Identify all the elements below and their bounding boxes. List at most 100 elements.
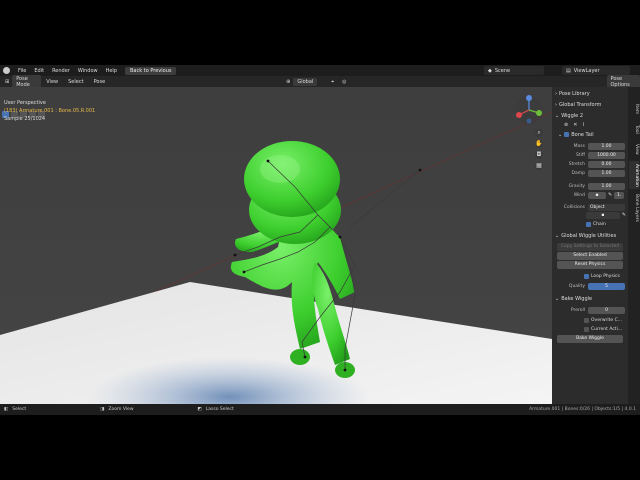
scene-statistics: Armature.001 | Bones:0/26 | Objects:1/5 … xyxy=(529,407,636,412)
viewport-scene xyxy=(0,87,552,404)
menu-pose[interactable]: Pose xyxy=(89,79,111,85)
collision-object-row: ▪ ✎ xyxy=(586,211,626,219)
prop-quality: Quality 5 xyxy=(555,282,625,290)
chevron-down-icon: ⌄ xyxy=(555,112,560,119)
prop-stretch: Stretch 0.00 xyxy=(555,160,625,168)
prop-gravity: Gravity 1.00 xyxy=(555,182,625,190)
perspective-grid-icon[interactable]: ▦ xyxy=(535,162,543,170)
menu-help[interactable]: Help xyxy=(102,68,121,74)
chevron-right-icon: › xyxy=(555,101,557,108)
chain-row: Chain xyxy=(586,220,628,228)
status-zoom: Zoom View xyxy=(108,407,134,412)
tab-item[interactable]: Item xyxy=(629,101,639,117)
scene-icon: ◆ xyxy=(488,67,492,74)
3d-viewport[interactable]: User Perspective (183) Armature.001 : Bo… xyxy=(0,87,552,404)
chevron-down-icon: ⌄ xyxy=(555,295,560,302)
tab-bone-layers[interactable]: Bone Layers xyxy=(629,193,639,223)
viewport-info: User Perspective (183) Armature.001 : Bo… xyxy=(4,99,95,123)
stiff-field[interactable]: 1000.00 xyxy=(588,151,625,159)
quality-field[interactable]: 5 xyxy=(588,282,625,290)
overwrite-row: Overwrite C... xyxy=(584,316,628,324)
damp-field[interactable]: 1.00 xyxy=(588,169,625,177)
view-layer-name: ViewLayer xyxy=(573,67,600,74)
menu-render[interactable]: Render xyxy=(48,68,74,74)
gravity-field[interactable]: 1.00 xyxy=(588,182,625,190)
menu-select[interactable]: Select xyxy=(63,79,88,85)
prop-wind: Wind ▪ ✎ 1. xyxy=(555,191,625,199)
collision-object-field[interactable]: ▪ xyxy=(586,211,620,219)
object-icon: ▪ xyxy=(601,212,605,218)
back-to-previous-button[interactable]: Back to Previous xyxy=(125,66,177,75)
chevron-down-icon: ⌄ xyxy=(555,232,560,239)
copy-settings-button[interactable]: Copy Settings to Selected xyxy=(557,243,623,251)
mouse-left-icon: ◧ xyxy=(4,407,9,412)
prop-damp: Damp 1.00 xyxy=(555,169,625,177)
eyedropper-icon[interactable]: ✎ xyxy=(608,192,612,198)
prop-preroll: Preroll 0 xyxy=(555,306,625,314)
loop-physics-row: Loop Physics xyxy=(584,272,628,280)
view-layer-selector[interactable]: ▤ ViewLayer xyxy=(562,66,630,75)
stretch-field[interactable]: 0.00 xyxy=(588,160,625,168)
bone-tail-checkbox[interactable] xyxy=(564,132,570,137)
section-bake-wiggle[interactable]: ⌄ Bake Wiggle xyxy=(555,294,625,303)
preroll-field[interactable]: 0 xyxy=(588,306,625,314)
orientation-dropdown[interactable]: Global xyxy=(293,77,318,86)
constraint-icon[interactable]: ⌇ xyxy=(582,122,584,128)
chain-checkbox[interactable]: Chain xyxy=(586,221,606,227)
wind-strength-field[interactable]: 1. xyxy=(614,191,625,199)
status-select: Select xyxy=(12,407,27,412)
sidebar-tabs: Item Tool View Animation Bone Layers xyxy=(628,87,640,404)
perspective-label: User Perspective xyxy=(4,100,46,106)
zoom-icon[interactable]: ⌕ xyxy=(535,129,543,137)
pan-hand-icon[interactable]: ✋ xyxy=(535,140,543,148)
render-sample-label: Sample 25/1024 xyxy=(4,116,46,122)
layers-icon: ▤ xyxy=(566,67,571,74)
proportional-icon[interactable]: ◎ xyxy=(342,79,346,85)
tab-view[interactable]: View xyxy=(629,141,639,157)
chevron-down-icon: ⌄ xyxy=(558,131,563,138)
prop-stiff: Stiff 1000.00 xyxy=(555,151,625,159)
mouse-middle-icon: ◨ xyxy=(100,407,105,412)
section-global-wiggle-utilities[interactable]: ⌄ Global Wiggle Utilities xyxy=(555,231,625,240)
bone-icon[interactable]: ✕ xyxy=(573,122,577,128)
menu-edit[interactable]: Edit xyxy=(30,68,48,74)
scene-selector[interactable]: ◆ Scene xyxy=(484,66,544,75)
section-pose-library[interactable]: › Pose Library xyxy=(555,89,625,98)
prop-mass: Mass 1.00 xyxy=(555,142,625,150)
menu-file[interactable]: File xyxy=(14,68,30,74)
editor-type-icon[interactable]: ⊞ xyxy=(5,79,9,85)
menu-view[interactable]: View xyxy=(41,79,63,85)
active-bone-label: (183) Armature.001 : Bone.05.R.001 xyxy=(4,108,96,114)
camera-icon[interactable]: ◘ xyxy=(535,151,543,159)
status-bar: ◧ Select ◨ Zoom View ◩ Lasso Select Arma… xyxy=(0,404,640,415)
mouse-right-icon: ◩ xyxy=(197,407,202,412)
snap-icon[interactable]: ⌖ xyxy=(331,79,334,85)
eyedropper-icon[interactable]: ✎ xyxy=(622,212,626,218)
reset-physics-button[interactable]: Reset Physics xyxy=(557,261,623,269)
target-icon[interactable]: ⊚ xyxy=(564,122,568,128)
top-menu-bar: File Edit Render Window Help Back to Pre… xyxy=(0,65,640,76)
viewport-header: ⊞ Pose Mode View Select Pose ⊕ Global ⌖ … xyxy=(0,74,640,89)
tab-tool[interactable]: Tool xyxy=(629,121,639,137)
bake-wiggle-button[interactable]: Bake Wiggle xyxy=(557,335,623,343)
navigation-gizmo[interactable] xyxy=(514,95,544,125)
chevron-right-icon: › xyxy=(555,90,557,97)
sidebar-n-panel: › Pose Library › Global Transform ⌄ Wigg… xyxy=(552,87,628,404)
wind-icon: ▪ xyxy=(595,192,599,198)
collisions-dropdown[interactable]: Object xyxy=(588,203,625,211)
prop-collisions: Collisions Object xyxy=(555,203,625,211)
overwrite-checkbox[interactable]: Overwrite C... xyxy=(584,317,622,323)
wiggle-icons-row: ⊚ ✕ ⌇ xyxy=(564,121,628,129)
loop-physics-checkbox[interactable]: Loop Physics xyxy=(584,273,620,279)
blender-logo-icon[interactable] xyxy=(3,67,10,74)
section-wiggle-2[interactable]: ⌄ Wiggle 2 xyxy=(555,111,625,120)
menu-window[interactable]: Window xyxy=(74,68,102,74)
section-global-transform[interactable]: › Global Transform xyxy=(555,100,625,109)
blender-window: File Edit Render Window Help Back to Pre… xyxy=(0,65,640,415)
wind-object-field[interactable]: ▪ xyxy=(588,191,606,199)
tab-animation[interactable]: Animation xyxy=(629,161,639,189)
section-bone-tail[interactable]: ⌄ Bone Tail xyxy=(558,130,628,139)
mass-field[interactable]: 1.00 xyxy=(588,142,625,150)
select-enabled-button[interactable]: Select Enabled xyxy=(557,252,623,260)
current-action-checkbox[interactable]: Current Acti... xyxy=(584,326,622,332)
